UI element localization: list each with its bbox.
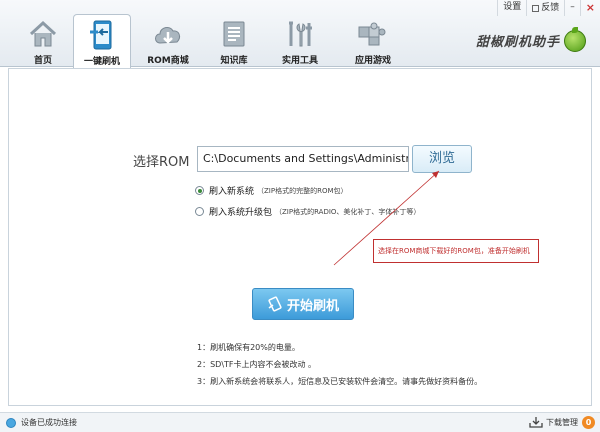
- tip-item: 2：SD\TF卡上内容不会被改动 。: [197, 360, 317, 369]
- new-system-radio[interactable]: [195, 186, 204, 195]
- option-upgrade-package[interactable]: 刷入系统升级包 （ZIP格式的RADIO、美化补丁、字体补丁等）: [195, 205, 420, 218]
- puzzle-icon: [356, 18, 390, 50]
- tab-knowledge-base-label: 知识库: [220, 56, 248, 66]
- connection-status-text: 设备已成功连接: [21, 418, 77, 427]
- tab-apps-games-label: 应用游戏: [354, 56, 391, 66]
- start-flash-button[interactable]: 开始刷机: [252, 288, 354, 320]
- status-bar: 设备已成功连接 下载管理 0: [0, 412, 600, 432]
- tab-rom-mall-label: ROM商城: [147, 56, 189, 66]
- tab-one-click-flash[interactable]: 一键刷机: [73, 14, 131, 68]
- feedback-checkbox-icon: [532, 4, 540, 12]
- upgrade-package-radio[interactable]: [195, 207, 204, 216]
- feedback-label: 反馈: [541, 2, 560, 13]
- tip-item: 3：刷入新系统会将联系人，短信息及已安装软件会清空。请事先做好资料备份。: [197, 377, 483, 386]
- brand-name: 甜椒刷机助手: [475, 35, 560, 50]
- select-rom-label: 选择ROM: [133, 155, 190, 170]
- device-connected-icon: [6, 417, 16, 428]
- top-toolbar: 设置 反馈 – × 首页 一键刷机 ROM商城 知识库 实用工具 应用游戏 甜椒…: [0, 0, 600, 68]
- new-system-note: （ZIP格式的完整的ROM包）: [257, 186, 348, 195]
- download-tray-icon: [529, 417, 543, 428]
- tools-icon: [283, 18, 317, 50]
- close-button[interactable]: ×: [579, 0, 600, 16]
- tab-knowledge-base[interactable]: 知识库: [205, 14, 263, 67]
- tab-home[interactable]: 首页: [14, 14, 72, 67]
- rom-path-input[interactable]: C:\Documents and Settings\Administrat: [197, 146, 409, 172]
- window-controls: 设置 反馈 – ×: [497, 0, 600, 16]
- tab-home-label: 首页: [33, 56, 52, 66]
- connection-status: 设备已成功连接: [6, 417, 77, 428]
- tab-apps-games[interactable]: 应用游戏: [337, 14, 409, 67]
- tips-list: 1：刷机确保有20%的电量。 2：SD\TF卡上内容不会被改动 。 3：刷入新系…: [197, 339, 482, 390]
- sweet-pepper-logo: [564, 27, 586, 52]
- flash-phone-icon: [268, 296, 282, 312]
- tab-one-click-flash-label: 一键刷机: [83, 57, 120, 67]
- option-new-system[interactable]: 刷入新系统 （ZIP格式的完整的ROM包）: [195, 184, 348, 197]
- tab-tools[interactable]: 实用工具: [264, 14, 336, 67]
- cloud-download-icon: [151, 18, 185, 50]
- browse-button[interactable]: 浏览: [412, 145, 472, 173]
- upgrade-package-note: （ZIP格式的RADIO、美化补丁、字体补丁等）: [275, 207, 421, 216]
- annotation-callout: 选择在ROM商城下载好的ROM包，准备开始刷机: [373, 239, 539, 263]
- tab-rom-mall[interactable]: ROM商城: [132, 14, 204, 67]
- tab-tools-label: 实用工具: [281, 56, 318, 66]
- one-click-flash-icon: [85, 19, 119, 51]
- home-icon: [26, 18, 60, 50]
- download-manager-label: 下载管理: [546, 417, 578, 427]
- main-tabs: 首页 一键刷机 ROM商城 知识库 实用工具 应用游戏: [14, 14, 410, 68]
- start-flash-label: 开始刷机: [286, 298, 339, 314]
- download-manager-button[interactable]: 下载管理: [529, 416, 578, 428]
- document-icon: [217, 18, 251, 50]
- new-system-label: 刷入新系统: [209, 187, 255, 197]
- upgrade-package-label: 刷入系统升级包: [209, 208, 273, 218]
- tip-item: 1：刷机确保有20%的电量。: [197, 343, 300, 352]
- download-count-badge: 0: [582, 416, 595, 429]
- flash-panel: 选择ROM C:\Documents and Settings\Administ…: [8, 68, 592, 406]
- feedback-button[interactable]: 反馈: [526, 0, 564, 16]
- settings-button[interactable]: 设置: [497, 0, 526, 16]
- minimize-button[interactable]: –: [564, 0, 580, 16]
